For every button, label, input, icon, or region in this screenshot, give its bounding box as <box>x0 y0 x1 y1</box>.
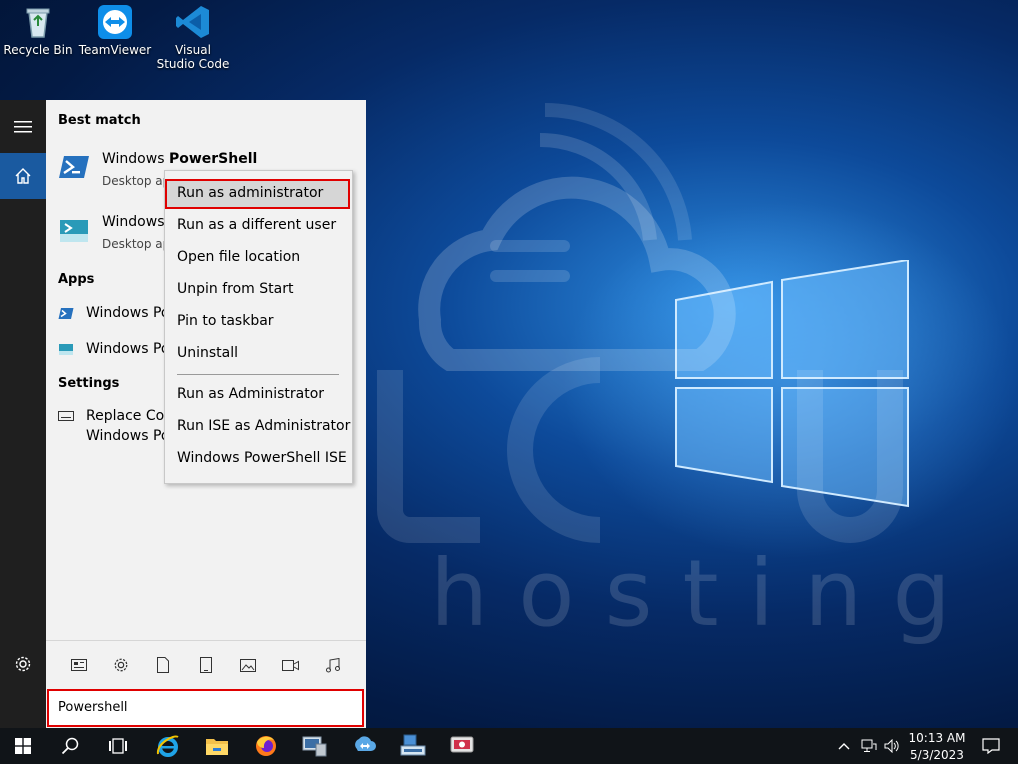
search-filter-bar <box>46 640 366 689</box>
tablet-icon <box>200 657 212 673</box>
document-icon <box>157 657 169 673</box>
home-icon <box>15 168 31 184</box>
best-match-heading: Best match <box>58 113 141 128</box>
app-item-label: Windows Po <box>86 341 170 357</box>
taskbar: 10:13 AM 5/3/2023 <box>0 728 1018 764</box>
filter-documents[interactable] <box>153 655 173 675</box>
tray-overflow-button[interactable] <box>833 728 855 764</box>
menu-item-open-file-location[interactable]: Open file location <box>177 249 300 265</box>
result-subtitle: Desktop ap <box>102 237 171 251</box>
filter-music[interactable] <box>323 655 343 675</box>
recycle-bin-icon <box>20 4 56 40</box>
action-center-button[interactable] <box>976 728 1006 764</box>
powershell-ise-icon <box>60 220 88 242</box>
search-box[interactable] <box>47 689 364 727</box>
settings-item-line2: Windows Po <box>86 428 170 444</box>
desktop-icon-vscode[interactable]: Visual Studio Code <box>155 4 231 71</box>
menu-item-unpin-from-start[interactable]: Unpin from Start <box>177 281 293 297</box>
server-manager-icon <box>302 736 327 757</box>
menu-item-pin-to-taskbar[interactable]: Pin to taskbar <box>177 313 274 329</box>
watermark-text: hosting <box>430 540 981 647</box>
teamviewer-icon <box>355 736 376 751</box>
news-icon <box>71 659 87 671</box>
taskbar-remote-desktop[interactable] <box>439 728 485 764</box>
remote-tool-icon <box>400 734 426 756</box>
video-icon <box>281 659 299 671</box>
result-subtitle: Desktop ap <box>102 174 171 188</box>
menu-item-run-as-administrator-task[interactable]: Run as Administrator <box>177 386 324 402</box>
result-title: Windows PowerShell <box>102 151 257 167</box>
taskbar-firefox[interactable] <box>243 728 289 764</box>
menu-item-uninstall[interactable]: Uninstall <box>177 345 238 361</box>
menu-item-run-as-different-user[interactable]: Run as a different user <box>177 217 336 233</box>
menu-separator <box>177 374 339 375</box>
settings-gear-icon <box>15 656 31 672</box>
taskbar-server-manager[interactable] <box>292 728 338 764</box>
hamburger-menu-button[interactable] <box>0 104 46 150</box>
cloud-logo-watermark <box>377 102 903 543</box>
app-item-label: Windows Po <box>86 305 170 321</box>
keyboard-icon <box>58 411 74 421</box>
filter-apps[interactable] <box>196 655 216 675</box>
context-menu: Run as administrator Run as a different … <box>164 170 353 484</box>
tray-network[interactable] <box>858 728 880 764</box>
teamviewer-icon <box>97 4 133 40</box>
tray-volume[interactable] <box>881 728 903 764</box>
internet-explorer-icon <box>156 735 179 757</box>
menu-item-run-as-administrator[interactable]: Run as administrator <box>177 185 323 201</box>
network-icon <box>861 739 877 752</box>
music-icon <box>326 657 340 672</box>
powershell-icon <box>59 156 89 178</box>
task-view-button[interactable] <box>95 728 141 764</box>
filter-settings[interactable] <box>111 655 131 675</box>
result-title: Windows <box>102 214 165 230</box>
taskbar-internet-explorer[interactable] <box>145 728 191 764</box>
taskbar-remote-tool[interactable] <box>390 728 436 764</box>
tray-clock[interactable]: 10:13 AM 5/3/2023 <box>903 728 971 764</box>
settings-heading: Settings <box>58 376 120 391</box>
start-rail <box>0 100 46 728</box>
desktop-icon-teamviewer[interactable]: TeamViewer <box>77 4 153 57</box>
firefox-icon <box>256 736 276 756</box>
apps-heading: Apps <box>58 272 95 287</box>
desktop-icon-label: TeamViewer <box>78 43 152 57</box>
desktop-icon-label: Recycle Bin <box>3 43 73 57</box>
search-icon <box>61 737 79 755</box>
filter-photos[interactable] <box>238 655 258 675</box>
powershell-ise-icon <box>59 344 73 355</box>
search-input[interactable] <box>58 700 348 715</box>
menu-item-run-ise-as-administrator[interactable]: Run ISE as Administrator <box>177 418 350 434</box>
filter-videos[interactable] <box>280 655 300 675</box>
task-view-icon <box>109 738 127 754</box>
gear-icon <box>114 658 128 672</box>
desktop-icon-label: Visual Studio Code <box>156 43 230 71</box>
windows-start-icon <box>15 738 31 754</box>
taskbar-teamviewer[interactable] <box>341 728 387 764</box>
filter-news[interactable] <box>69 655 89 675</box>
result-title-bold: PowerShell <box>168 151 258 167</box>
remote-desktop-icon <box>450 736 474 753</box>
notification-icon <box>982 738 1000 754</box>
settings-button[interactable] <box>0 641 46 687</box>
powershell-icon <box>58 308 74 319</box>
vscode-icon <box>175 4 211 40</box>
start-button[interactable] <box>0 728 46 764</box>
hamburger-menu-icon <box>14 121 32 133</box>
settings-item-line1: Replace Cor <box>86 408 170 424</box>
clock-time: 10:13 AM <box>908 731 966 745</box>
result-title-prefix: Windows <box>102 151 169 167</box>
search-button[interactable] <box>47 728 93 764</box>
image-icon <box>240 658 256 672</box>
file-explorer-icon <box>206 739 228 755</box>
taskbar-file-explorer[interactable] <box>194 728 240 764</box>
home-button[interactable] <box>0 153 46 199</box>
desktop-icon-recycle-bin[interactable]: Recycle Bin <box>0 4 76 57</box>
menu-item-windows-powershell-ise[interactable]: Windows PowerShell ISE <box>177 450 347 466</box>
clock-date: 5/3/2023 <box>910 748 964 762</box>
chevron-up-icon <box>838 743 850 750</box>
speaker-icon <box>884 739 899 753</box>
